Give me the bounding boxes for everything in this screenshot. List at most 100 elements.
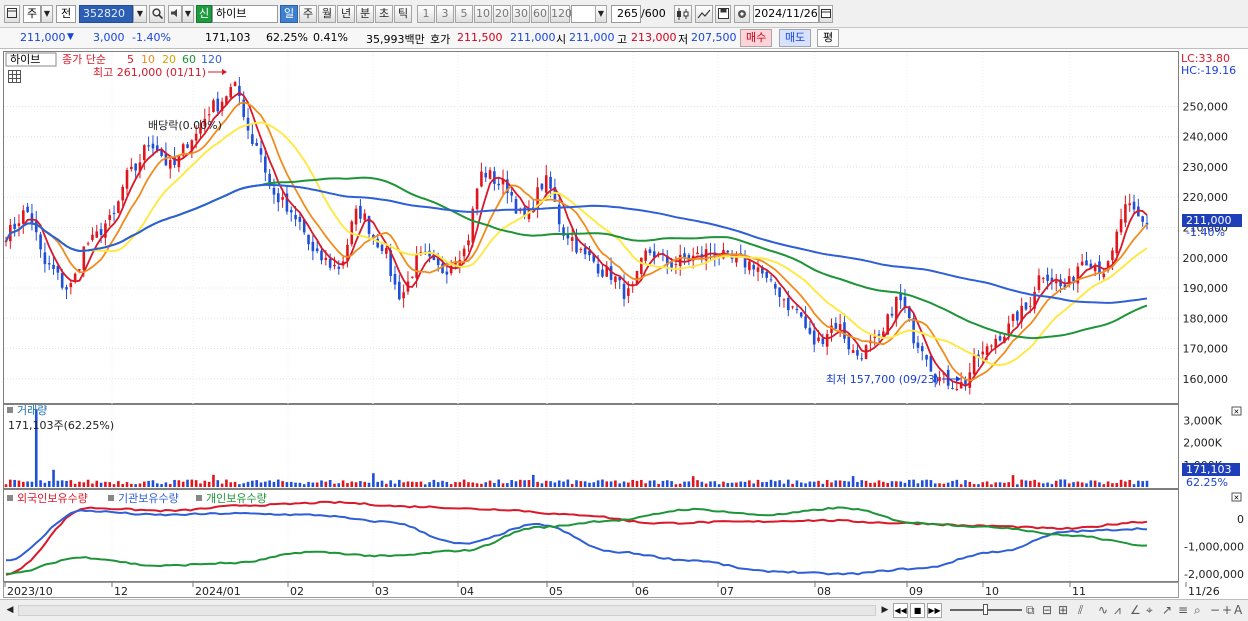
scroll-left-icon[interactable]: ◀ (3, 603, 17, 617)
search-icon[interactable] (149, 5, 165, 23)
period-tab-5[interactable]: 초 (375, 5, 393, 23)
interval-tab-4[interactable]: 20 (493, 5, 511, 23)
layout-icon[interactable]: ⧉ (1026, 603, 1035, 618)
interval-tab-5[interactable]: 30 (512, 5, 530, 23)
eval-button[interactable]: 평 (817, 29, 840, 47)
trend-tool-icon[interactable] (695, 5, 713, 23)
interval-tab-2[interactable]: 5 (455, 5, 473, 23)
interval-tab-0[interactable]: 1 (417, 5, 435, 23)
interval-tab-7[interactable]: 120 (550, 5, 572, 23)
volume-bar (795, 480, 799, 487)
scroll-track[interactable] (18, 605, 876, 616)
zoom-in-icon[interactable]: + (1222, 603, 1232, 617)
legend-foreign[interactable]: 외국인보유수량 (17, 492, 88, 505)
calendar-icon[interactable] (819, 5, 833, 23)
speaker-icon[interactable] (168, 5, 182, 23)
grid-table-icon[interactable] (8, 70, 21, 83)
chevron-down-icon[interactable]: ▼ (182, 5, 194, 23)
volume-bar (294, 482, 297, 487)
save-icon[interactable] (715, 5, 731, 23)
display-count-input[interactable]: 265 (611, 5, 641, 23)
period-tab-4[interactable]: 분 (356, 5, 374, 23)
buy-button[interactable]: 매수 (740, 29, 773, 47)
volume-bar (242, 483, 246, 487)
period-tab-2[interactable]: 월 (318, 5, 336, 23)
period-tab-6[interactable]: 틱 (394, 5, 412, 23)
chart-type-select[interactable]: 주 (23, 5, 41, 23)
interval-tab-1[interactable]: 3 (436, 5, 454, 23)
arrow-tool-icon[interactable]: ↗ (1162, 603, 1172, 617)
stock-chart[interactable]: 250,000240,000230,000220,000210,000200,0… (0, 49, 1248, 599)
volume-bar (17, 480, 21, 487)
chevron-down-icon[interactable]: ▼ (595, 5, 607, 23)
turnover-rate: 0.41% (313, 31, 348, 44)
interval-tab-6[interactable]: 60 (531, 5, 549, 23)
sell-button[interactable]: 매도 (779, 29, 812, 47)
fibonacci-tool-icon[interactable]: ≡ (1178, 603, 1188, 617)
scroll-right-icon[interactable]: ▶ (878, 603, 892, 617)
legend-individual[interactable]: 개인보유수량 (206, 492, 267, 505)
candle-type-icon[interactable] (674, 5, 692, 23)
volume-bar (990, 484, 993, 487)
legend-institution[interactable]: 기관보유수량 (118, 492, 179, 505)
volume-bar (419, 481, 423, 487)
overlay-icon[interactable]: ⊞ (1058, 603, 1068, 617)
date-input[interactable]: 2024/11/26 (753, 5, 819, 23)
angle-tool-icon[interactable]: ∠ (1130, 603, 1141, 617)
candle-body (289, 209, 293, 213)
volume-bar (657, 483, 660, 487)
volume-bar (665, 480, 669, 487)
period-tab-3[interactable]: 년 (337, 5, 355, 23)
volume-bar (570, 484, 574, 487)
legend-ma-120[interactable]: 120 (201, 53, 222, 66)
font-size-icon[interactable]: A (1234, 603, 1242, 617)
period-tab-0[interactable]: 일 (280, 5, 298, 23)
legend-ma-10[interactable]: 10 (141, 53, 155, 66)
candle-body (1128, 203, 1132, 206)
zoom-out-icon[interactable]: − (1210, 603, 1220, 617)
legend-ma-20[interactable]: 20 (162, 53, 176, 66)
legend-ma-5[interactable]: 5 (127, 53, 134, 66)
stock-name-field[interactable]: 하이브 (212, 5, 278, 23)
marker-tool-icon[interactable]: ⌖ (1146, 603, 1153, 618)
candle-body (782, 299, 786, 301)
stop-icon[interactable]: ■ (910, 603, 925, 618)
volume-bar (968, 481, 972, 487)
volume-bar (26, 481, 29, 487)
fast-forward-icon[interactable]: ▶▶ (927, 603, 942, 618)
gear-icon[interactable] (734, 5, 750, 23)
wave-tool-icon[interactable]: ∿ (1098, 603, 1108, 617)
volume-bar (925, 479, 928, 487)
candle-body (596, 263, 600, 274)
interval-tab-3[interactable]: 10 (474, 5, 492, 23)
volume-bar (730, 482, 734, 487)
volume-bar (713, 481, 717, 487)
volume-bar (873, 482, 877, 487)
zoom-slider-thumb[interactable] (983, 604, 988, 615)
volume-bar (825, 479, 829, 487)
candle-body (462, 248, 466, 257)
window-tile-icon[interactable]: ⊟ (1042, 603, 1052, 617)
volume-bar (709, 481, 712, 487)
chevron-down-icon[interactable]: ▼ (41, 5, 53, 23)
zoom-icon[interactable]: ⌕ (1194, 603, 1201, 618)
stock-code-input[interactable]: 352820 (79, 5, 133, 23)
volume-bar (735, 482, 738, 487)
prev-button[interactable]: 전 (56, 5, 76, 23)
volume-bar (367, 482, 371, 487)
legend-ma-60[interactable]: 60 (182, 53, 196, 66)
ask-label: 호가 (430, 33, 451, 46)
line-tool-icon[interactable]: ⫽ (1078, 603, 1083, 618)
trade-amount: 35,993백만 (366, 33, 425, 46)
candle-body (65, 287, 68, 290)
period-tab-1[interactable]: 주 (299, 5, 317, 23)
rewind-icon[interactable]: ◀◀ (893, 603, 908, 618)
volume-bar (104, 481, 107, 487)
zigzag-tool-icon[interactable]: ⩘ (1114, 603, 1121, 618)
volume-tick-label: 2,000K (1183, 437, 1222, 450)
window-icon[interactable] (4, 5, 20, 23)
volume-bar (1124, 481, 1127, 487)
chevron-down-icon[interactable]: ▼ (133, 5, 147, 23)
volume-bar (652, 480, 656, 487)
candle-body (644, 250, 647, 261)
